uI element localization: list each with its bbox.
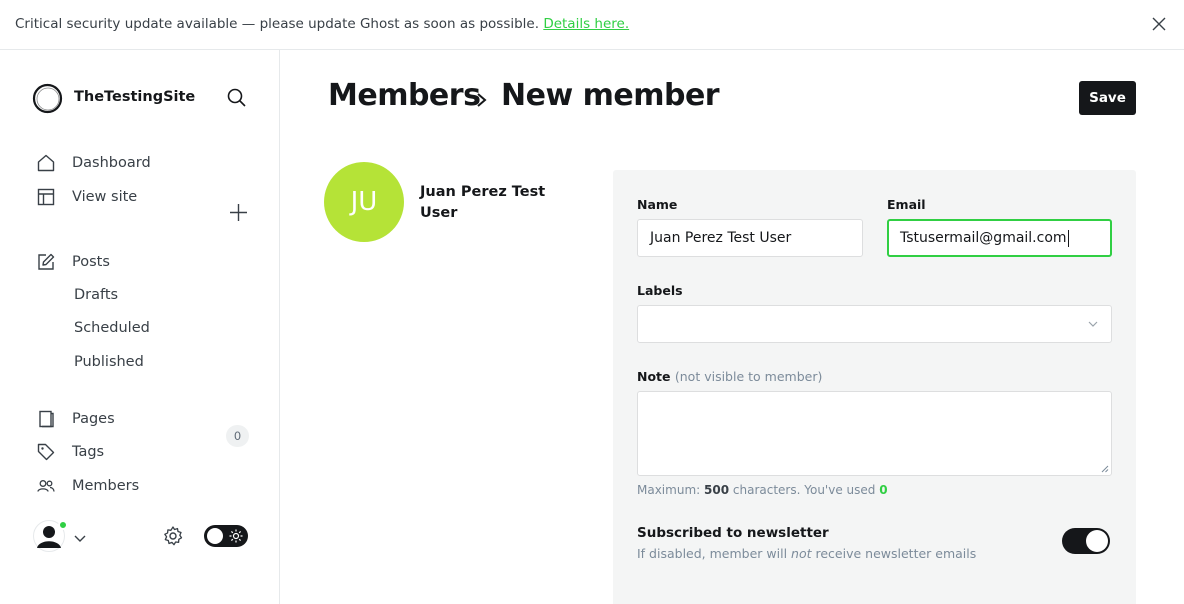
sidebar-item-label: View site [72,189,138,205]
character-count: Maximum: 500 characters. You've used 0 [637,483,888,497]
toggle-knob [207,528,223,544]
labels-label: Labels [637,283,683,298]
save-button[interactable]: Save [1079,81,1136,115]
name-label: Name [637,197,678,212]
note-textarea[interactable] [637,391,1112,476]
layout-icon [36,187,56,207]
char-count-prefix: Maximum: [637,483,701,497]
sidebar-item-label: Members [72,478,140,494]
note-hint: (not visible to member) [674,369,823,384]
email-value: Tstusermail@gmail.com [900,230,1067,246]
newsletter-toggle[interactable] [1062,528,1110,554]
email-field[interactable]: Tstusermail@gmail.com [887,219,1112,257]
note-label-text: Note [637,369,671,384]
char-count-middle: characters. You've used [732,483,876,497]
sidebar-item-label: Tags [72,444,105,460]
edit-icon [36,252,56,272]
sidebar-item-posts[interactable]: Posts [36,249,250,275]
char-count-max: 500 [704,483,730,497]
toggle-knob [1086,530,1108,552]
close-icon[interactable] [1150,15,1168,33]
banner-text: Critical security update available — ple… [15,16,540,32]
online-status-dot [58,520,68,530]
chevron-right-icon [477,93,487,107]
page-icon [36,409,56,429]
newsletter-desc-emphasis: not [791,546,812,561]
sidebar-item-members[interactable]: Members [36,473,250,499]
name-field[interactable]: Juan Perez Test User [637,219,863,257]
sidebar-item-tags[interactable]: Tags [36,439,250,465]
theme-toggle[interactable] [204,525,248,547]
email-label: Email [887,197,926,212]
sun-icon [229,529,243,543]
note-label: Note (not visible to member) [637,369,822,384]
members-icon [36,476,56,496]
labels-select[interactable] [637,305,1112,343]
sidebar-item-view-site[interactable]: View site [36,184,250,210]
breadcrumb-members-link[interactable]: Members [328,78,481,113]
member-avatar: JU [324,162,404,242]
chevron-down-icon [1088,321,1098,327]
sidebar-item-drafts[interactable]: Drafts [74,287,118,303]
banner-message: Critical security update available — ple… [15,16,629,32]
resize-handle-icon[interactable] [1101,465,1109,473]
sidebar-item-label: Dashboard [72,155,151,171]
sidebar-item-label: Posts [72,254,110,270]
security-update-banner: Critical security update available — ple… [0,0,1184,50]
add-post-icon[interactable] [228,202,249,223]
newsletter-desc-before: If disabled, member will [637,546,788,561]
chevron-down-icon[interactable] [73,531,87,545]
name-value: Juan Perez Test User [650,230,792,246]
members-count-badge: 0 [226,425,249,447]
char-count-used: 0 [879,483,888,497]
gear-icon[interactable] [162,525,184,547]
sidebar-item-dashboard[interactable]: Dashboard [36,150,250,176]
sidebar-item-pages[interactable]: Pages [36,406,250,432]
site-name[interactable]: TheTestingSite [74,89,195,105]
member-name: Juan Perez Test User [420,184,546,221]
banner-details-link[interactable]: Details here. [543,16,629,32]
search-icon[interactable] [226,87,248,109]
text-caret [1067,229,1069,247]
newsletter-title: Subscribed to newsletter [637,525,829,541]
page-title: New member [501,78,720,113]
sidebar-item-published[interactable]: Published [74,354,144,370]
sidebar-item-label: Pages [72,411,115,427]
home-icon [36,153,56,173]
site-logo-icon[interactable] [32,83,63,114]
newsletter-desc-after: receive newsletter emails [815,546,977,561]
newsletter-description: If disabled, member will not receive new… [637,546,976,561]
sidebar-item-scheduled[interactable]: Scheduled [74,320,150,336]
tag-icon [36,442,56,462]
